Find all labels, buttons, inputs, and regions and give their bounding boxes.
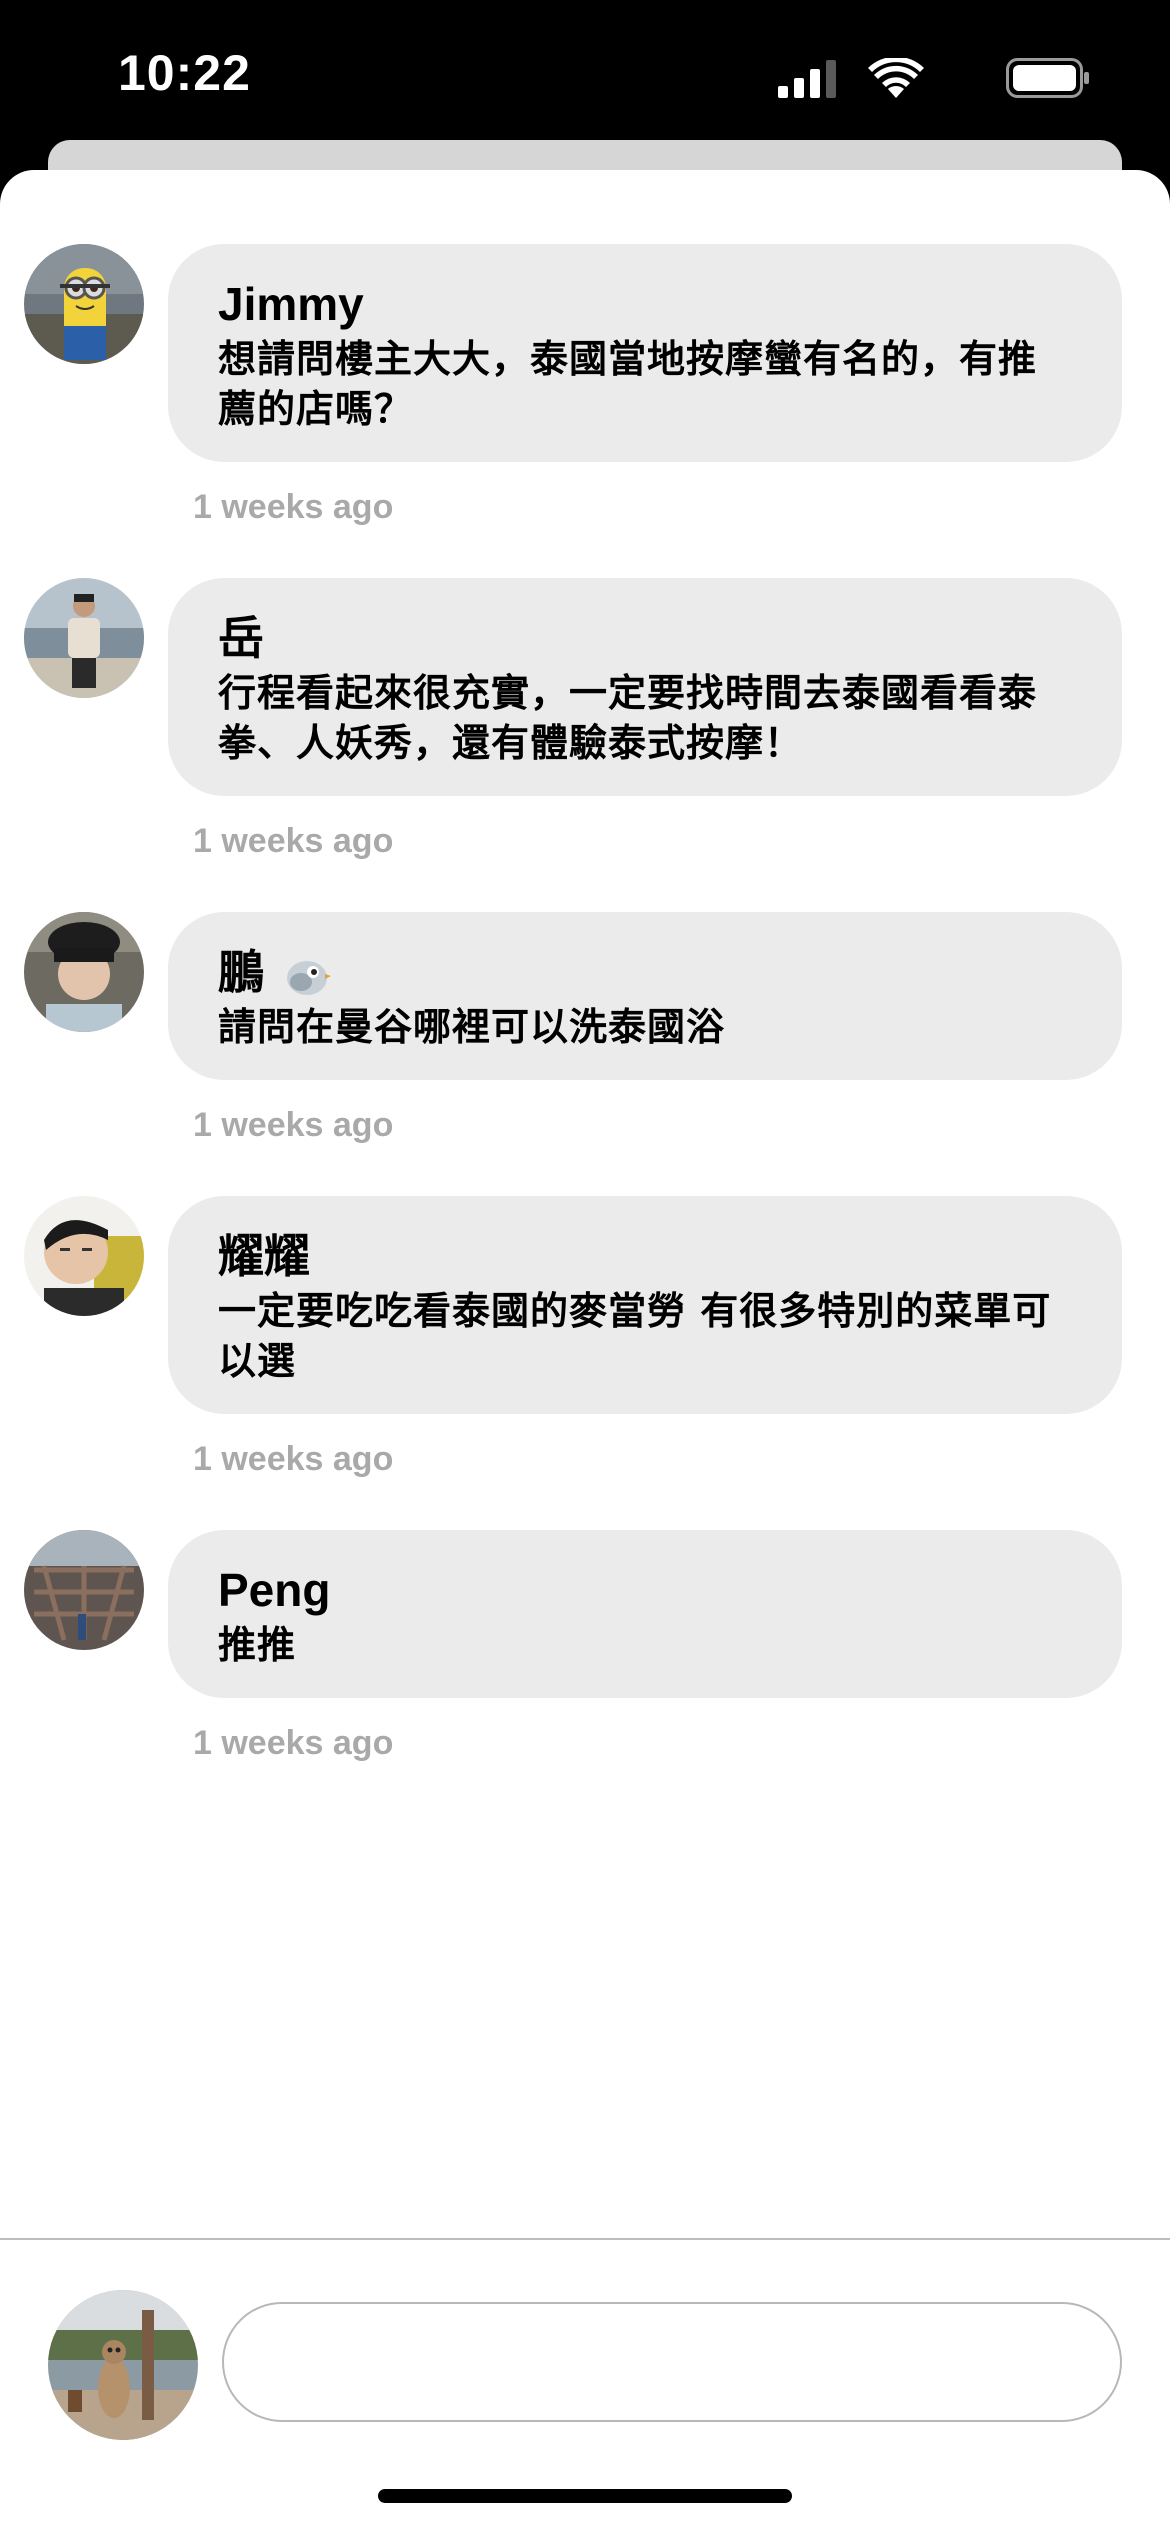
comment-author[interactable]: Jimmy	[218, 274, 1074, 334]
meerkat-avatar	[48, 2290, 198, 2440]
comment-author[interactable]: 岳	[218, 608, 1074, 668]
comment-text: 請問在曼谷哪裡可以洗泰國浴	[218, 1005, 726, 1049]
comment-author-name: 鵬	[218, 946, 264, 998]
minion-figure-avatar[interactable]	[24, 244, 144, 364]
signal-icon	[778, 60, 836, 98]
status-icons	[770, 56, 1090, 100]
beach-portrait-avatar[interactable]	[24, 578, 144, 698]
comment-timestamp: 1 weeks ago	[193, 1106, 394, 1144]
comment-input[interactable]	[222, 2302, 1122, 2422]
comment-text: 一定要吃吃看泰國的麥當勞 有很多特別的菜單可以選	[218, 1289, 1052, 1383]
comment-bubble[interactable]: Peng 推推	[168, 1530, 1122, 1698]
comment-bubble[interactable]: 岳 行程看起來很充實，一定要找時間去泰國看看泰拳、人妖秀，還有體驗泰式按摩！	[168, 578, 1122, 796]
comment-text: 推推	[218, 1623, 297, 1667]
comment-bubble[interactable]: Jimmy 想請問樓主大大，泰國當地按摩蠻有名的，有推薦的店嗎？	[168, 244, 1122, 462]
comments-sheet[interactable]: Jimmy 想請問樓主大大，泰國當地按摩蠻有名的，有推薦的店嗎？ 1 weeks…	[0, 170, 1170, 2532]
comment-author[interactable]: Peng	[218, 1560, 1074, 1620]
comment-text: 行程看起來很充實，一定要找時間去泰國看看泰拳、人妖秀，還有體驗泰式按摩！	[218, 671, 1038, 765]
comment-text: 想請問樓主大大，泰國當地按摩蠻有名的，有推薦的店嗎？	[218, 337, 1038, 431]
status-time: 10:22	[118, 45, 251, 101]
comment-timestamp: 1 weeks ago	[193, 488, 394, 526]
architecture-avatar[interactable]	[24, 1530, 144, 1650]
comment-timestamp: 1 weeks ago	[193, 1440, 394, 1478]
comment-author[interactable]: 耀耀	[218, 1226, 1074, 1286]
comment-bubble[interactable]: 鵬 請問在曼谷哪裡可以洗泰國浴	[168, 912, 1122, 1080]
home-indicator[interactable]	[378, 2489, 792, 2503]
comment-composer	[0, 2238, 1170, 2532]
comment-timestamp: 1 weeks ago	[193, 1724, 394, 1762]
comment-author[interactable]: 鵬	[218, 942, 1074, 1002]
face-portrait-avatar[interactable]	[24, 1196, 144, 1316]
comment-bubble[interactable]: 耀耀 一定要吃吃看泰國的麥當勞 有很多特別的菜單可以選	[168, 1196, 1122, 1414]
cap-portrait-avatar[interactable]	[24, 912, 144, 1032]
battery-icon	[1006, 58, 1089, 98]
comment-timestamp: 1 weeks ago	[193, 822, 394, 860]
wifi-icon	[868, 58, 924, 98]
bird-emoji-icon	[286, 960, 331, 995]
